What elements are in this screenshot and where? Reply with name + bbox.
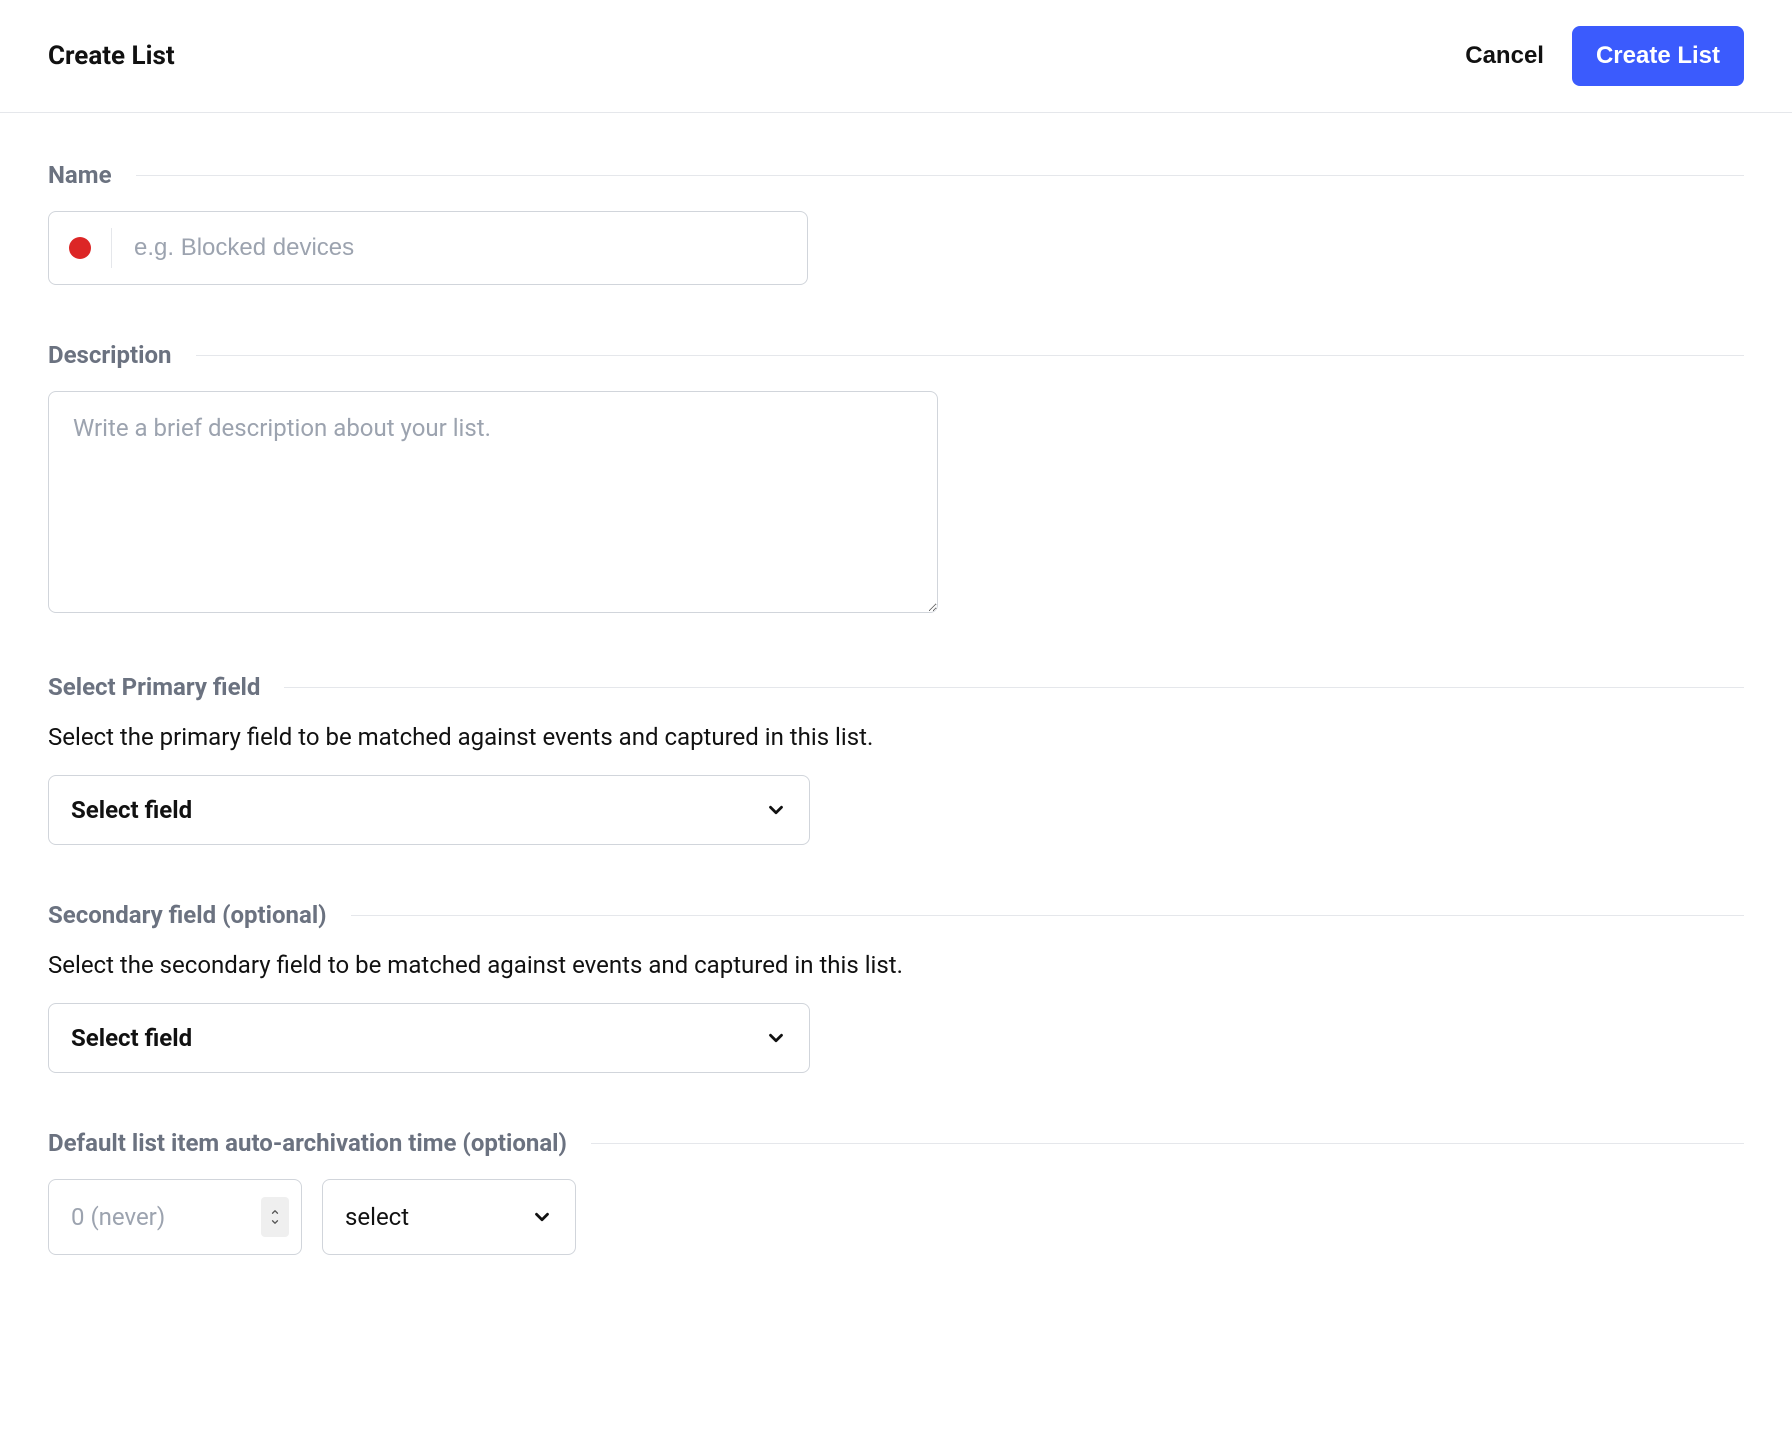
page-title: Create List	[48, 41, 175, 71]
color-indicator-icon[interactable]	[69, 237, 91, 259]
number-stepper-icon[interactable]	[261, 1197, 289, 1237]
section-description: Description	[48, 341, 1744, 617]
archive-number-input[interactable]: 0 (never)	[48, 1179, 302, 1255]
secondary-field-select[interactable]: Select field	[48, 1003, 810, 1073]
chevron-down-icon	[531, 1206, 553, 1228]
archive-unit-select[interactable]: select	[322, 1179, 576, 1255]
section-header-secondary: Secondary field (optional)	[48, 901, 1744, 929]
page-header: Create List Cancel Create List	[0, 0, 1792, 113]
section-title-primary: Select Primary field	[48, 673, 260, 701]
section-primary-field: Select Primary field Select the primary …	[48, 673, 1744, 845]
divider	[284, 687, 1744, 688]
secondary-field-select-label: Select field	[71, 1024, 192, 1052]
form-content: Name Description Select Primary field Se…	[0, 113, 1792, 1315]
divider	[111, 228, 112, 268]
archive-number-placeholder: 0 (never)	[71, 1203, 165, 1231]
section-title-description: Description	[48, 341, 172, 369]
section-header-name: Name	[48, 161, 1744, 189]
primary-field-select-label: Select field	[71, 796, 192, 824]
description-textarea[interactable]	[48, 391, 938, 613]
section-header-description: Description	[48, 341, 1744, 369]
divider	[591, 1143, 1744, 1144]
primary-field-select[interactable]: Select field	[48, 775, 810, 845]
chevron-down-icon	[765, 799, 787, 821]
name-input-container	[48, 211, 808, 285]
chevron-down-icon	[765, 1027, 787, 1049]
create-list-button[interactable]: Create List	[1572, 26, 1744, 86]
archive-controls: 0 (never) select	[48, 1179, 1744, 1255]
section-header-archive: Default list item auto-archivation time …	[48, 1129, 1744, 1157]
divider	[196, 355, 1744, 356]
section-name: Name	[48, 161, 1744, 285]
section-archive: Default list item auto-archivation time …	[48, 1129, 1744, 1255]
cancel-button[interactable]: Cancel	[1465, 42, 1544, 70]
name-input[interactable]	[132, 233, 787, 263]
primary-field-help: Select the primary field to be matched a…	[48, 723, 1744, 751]
section-title-name: Name	[48, 161, 112, 189]
section-header-primary: Select Primary field	[48, 673, 1744, 701]
header-actions: Cancel Create List	[1465, 26, 1744, 86]
section-secondary-field: Secondary field (optional) Select the se…	[48, 901, 1744, 1073]
divider	[136, 175, 1744, 176]
divider	[351, 915, 1744, 916]
archive-unit-label: select	[345, 1203, 409, 1231]
section-title-archive: Default list item auto-archivation time …	[48, 1129, 567, 1157]
secondary-field-help: Select the secondary field to be matched…	[48, 951, 1744, 979]
section-title-secondary: Secondary field (optional)	[48, 901, 327, 929]
